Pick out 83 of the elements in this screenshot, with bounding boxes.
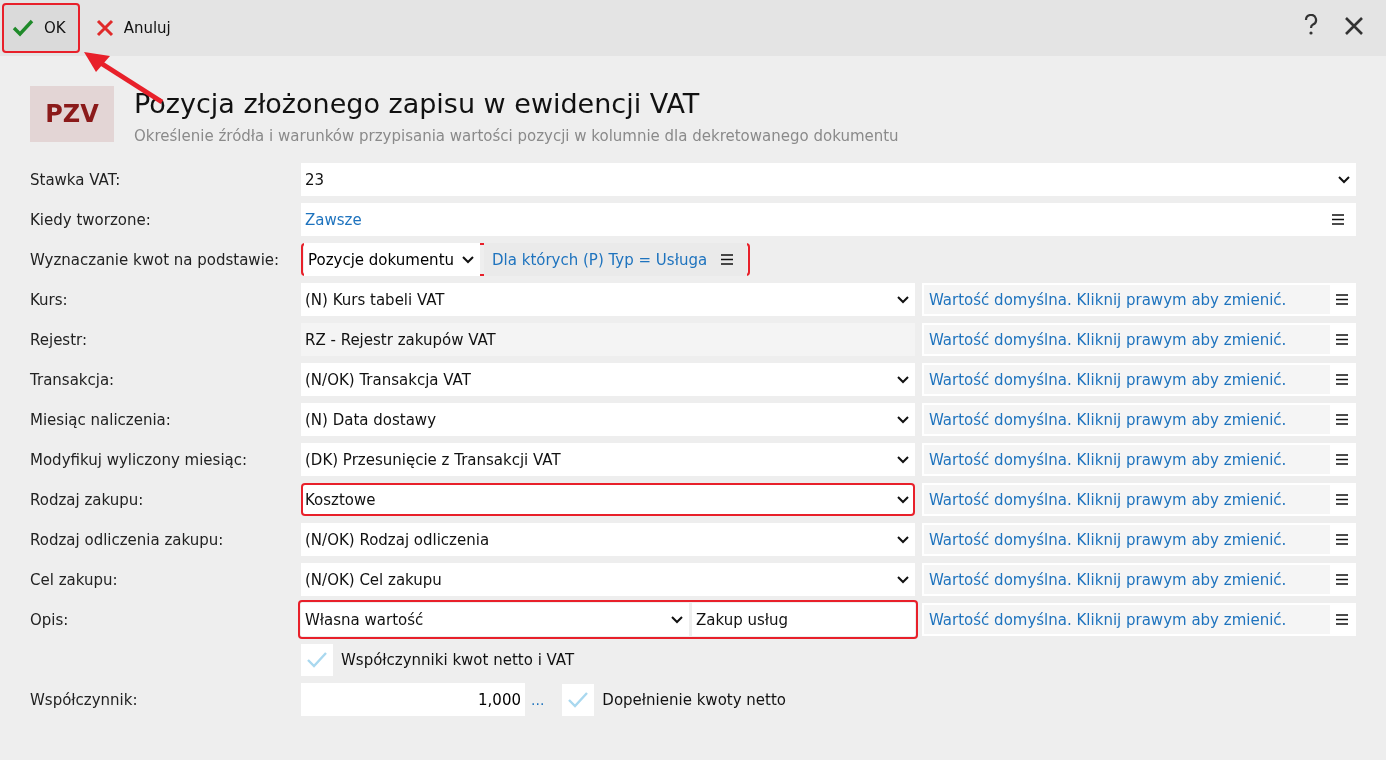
menu-icon[interactable] [1336, 414, 1348, 425]
dropdown[interactable]: (DK) Przesunięcie z Transakcji VAT [301, 443, 915, 476]
field-label: Rodzaj zakupu: [30, 490, 145, 509]
menu-icon[interactable] [721, 254, 734, 265]
default-value-link[interactable]: Wartość domyślna. Kliknij prawym aby zmienić. [924, 605, 1330, 634]
default-value-link[interactable]: Wartość domyślna. Kliknij prawym aby zmienić. [924, 365, 1330, 394]
default-value-field[interactable]: Wartość domyślna. Kliknij prawym aby zmienić. [922, 323, 1356, 356]
checkbox[interactable] [301, 643, 333, 676]
default-value-field[interactable]: Wartość domyślna. Kliknij prawym aby zmienić. [922, 523, 1356, 556]
menu-icon[interactable] [1336, 454, 1348, 465]
default-value-field[interactable]: Wartość domyślna. Kliknij prawym aby zmienić. [922, 403, 1356, 436]
dropdown[interactable]: (N/OK) Cel zakupu [301, 563, 915, 596]
number-field[interactable]: 1,000 [301, 683, 525, 716]
close-icon [95, 19, 114, 37]
field-label: Rodzaj odliczenia zakupu: [30, 530, 225, 549]
field-label: Współczynnik: [30, 690, 139, 709]
text-field[interactable]: Zakup usług [692, 603, 915, 636]
field-label: Opis: [30, 610, 70, 629]
dialog-subtitle: Określenie źródła i warunków przypisania wartości pozycji w kolumnie dla dekretowanego dokumentu [134, 127, 899, 145]
document-badge: PZV [30, 86, 114, 142]
dropdown[interactable]: 23 [301, 163, 1356, 196]
checkbox-label: Współczynniki kwot netto i VAT [341, 650, 575, 669]
chevron-down-icon [897, 575, 909, 584]
default-value-link[interactable]: Wartość domyślna. Kliknij prawym aby zmienić. [924, 405, 1330, 434]
field-label: Transakcja: [30, 370, 116, 389]
field-label: Kiedy tworzone: [30, 210, 152, 229]
menu-icon[interactable] [1332, 214, 1344, 225]
chevron-down-icon [897, 495, 909, 504]
field-label: Miesiąc naliczenia: [30, 410, 172, 429]
help-icon [1304, 14, 1318, 36]
default-value-field[interactable]: Wartość domyślna. Kliknij prawym aby zmienić. [922, 443, 1356, 476]
menu-icon[interactable] [1336, 534, 1348, 545]
dropdown[interactable]: Pozycje dokumentu [304, 243, 480, 276]
default-value-link[interactable]: Wartość domyślna. Kliknij prawym aby zmienić. [924, 485, 1330, 514]
default-value-field[interactable]: Wartość domyślna. Kliknij prawym aby zmienić. [922, 283, 1356, 316]
ok-button[interactable]: OK [2, 3, 80, 53]
chevron-down-icon [897, 535, 909, 544]
more-link[interactable]: ... [531, 691, 545, 708]
field-label: Stawka VAT: [30, 170, 122, 189]
dropdown[interactable]: (N) Kurs tabeli VAT [301, 283, 915, 316]
chevron-down-icon [1338, 175, 1350, 184]
dropdown[interactable]: Własna wartość [301, 603, 689, 636]
dropdown[interactable]: (N/OK) Rodzaj odliczenia [301, 523, 915, 556]
default-value-link[interactable]: Wartość domyślna. Kliknij prawym aby zmienić. [924, 285, 1330, 314]
field-label: Rejestr: [30, 330, 89, 349]
default-value-field[interactable]: Wartość domyślna. Kliknij prawym aby zmienić. [922, 483, 1356, 516]
menu-icon[interactable] [1336, 334, 1348, 345]
cancel-button[interactable]: Anuluj [85, 3, 185, 53]
condition-field[interactable]: Zawsze [301, 203, 1356, 236]
dropdown[interactable]: (N) Data dostawy [301, 403, 915, 436]
chevron-down-icon [897, 295, 909, 304]
default-value-link[interactable]: Wartość domyślna. Kliknij prawym aby zmienić. [924, 565, 1330, 594]
menu-icon[interactable] [1336, 494, 1348, 505]
chevron-down-icon [671, 615, 683, 624]
chevron-down-icon [897, 375, 909, 384]
field-label: Cel zakupu: [30, 570, 119, 589]
default-value-link[interactable]: Wartość domyślna. Kliknij prawym aby zmienić. [924, 445, 1330, 474]
default-value-link[interactable]: Wartość domyślna. Kliknij prawym aby zmienić. [924, 325, 1330, 354]
menu-icon[interactable] [1336, 294, 1348, 305]
check-icon [12, 19, 34, 37]
dropdown[interactable]: (N/OK) Transakcja VAT [301, 363, 915, 396]
close-icon [1344, 16, 1364, 36]
dialog-title: Pozycja złożonego zapisu w ewidencji VAT [134, 88, 701, 119]
chevron-down-icon [897, 415, 909, 424]
default-value-field[interactable]: Wartość domyślna. Kliknij prawym aby zmienić. [922, 563, 1356, 596]
checkbox-label: Dopełnienie kwoty netto [602, 690, 786, 709]
field-label: Modyfikuj wyliczony miesiąc: [30, 450, 249, 469]
field-label: Wyznaczanie kwot na podstawie: [30, 250, 281, 269]
default-value-field[interactable]: Wartość domyślna. Kliknij prawym aby zmienić. [922, 603, 1356, 636]
menu-icon[interactable] [1336, 614, 1348, 625]
default-value-field[interactable]: Wartość domyślna. Kliknij prawym aby zmienić. [922, 363, 1356, 396]
field-label: Kurs: [30, 290, 69, 309]
check-icon [567, 690, 590, 709]
chevron-down-icon [462, 255, 474, 264]
check-icon [306, 650, 328, 669]
default-value-link[interactable]: Wartość domyślna. Kliknij prawym aby zmienić. [924, 525, 1330, 554]
condition-field[interactable]: Dla których (P) Typ = Usługa [484, 243, 748, 276]
menu-icon[interactable] [1336, 374, 1348, 385]
dropdown[interactable]: Kosztowe [301, 483, 915, 516]
chevron-down-icon [897, 455, 909, 464]
checkbox[interactable] [562, 683, 595, 716]
readonly-field: RZ - Rejestr zakupów VAT [301, 323, 915, 356]
menu-icon[interactable] [1336, 574, 1348, 585]
